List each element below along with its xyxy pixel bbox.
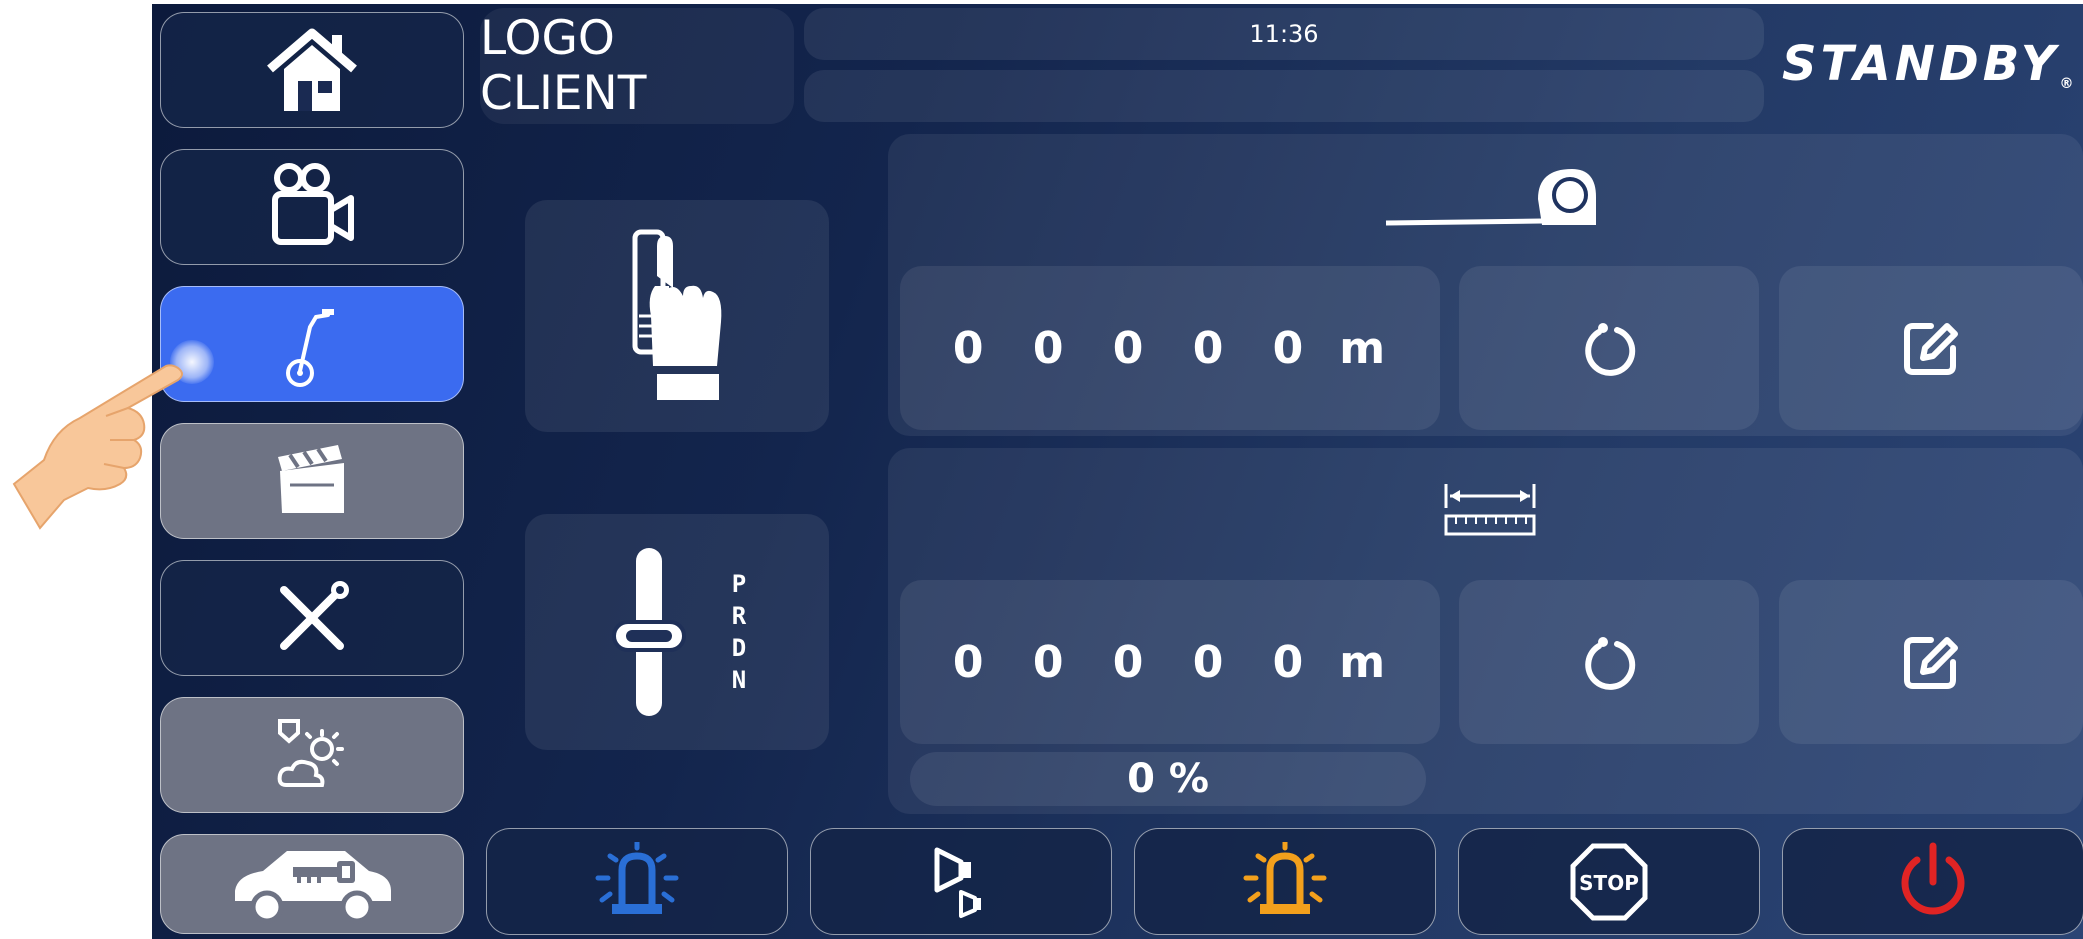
- width-value: 0 0 0 0 0: [952, 636, 1306, 688]
- measuring-wheel-icon: [286, 309, 334, 387]
- gear-labels: P R D N: [732, 568, 746, 696]
- width-percent: 0 %: [1127, 756, 1209, 802]
- distance-counter: 0 0 0 0 0 m: [900, 266, 1440, 430]
- gear-n-label: N: [731, 666, 747, 694]
- blue-beacon-button[interactable]: [486, 828, 788, 935]
- car-key-button[interactable]: [160, 834, 464, 934]
- width-unit: m: [1339, 636, 1388, 688]
- width-edit-button[interactable]: [1779, 580, 2083, 744]
- beacon-icon: [1243, 841, 1327, 914]
- dashboard-screen: LOGO CLIENT 11:36 STANDBY® P R D N 0 0 0…: [152, 4, 2083, 939]
- pointing-hand-icon: [12, 364, 183, 530]
- gear-shifter-icon: [611, 548, 686, 716]
- home-icon: [267, 28, 357, 111]
- weather-icon: [277, 719, 344, 787]
- horn-button[interactable]: [810, 828, 1112, 935]
- tools-button[interactable]: [160, 560, 464, 676]
- reset-icon: [1585, 637, 1636, 690]
- clock-time: 11:36: [1249, 20, 1319, 48]
- hand-control-tile[interactable]: [525, 200, 829, 432]
- power-button[interactable]: [1782, 828, 2083, 935]
- reset-icon: [1585, 323, 1636, 376]
- clapperboard-icon: [278, 445, 344, 513]
- beacon-icon: [595, 841, 679, 914]
- clapperboard-button[interactable]: [160, 423, 464, 539]
- edit-icon: [1904, 323, 1958, 375]
- hand-lever-icon: [632, 229, 722, 400]
- message-bar: [804, 70, 1764, 122]
- gear-shift-tile[interactable]: P R D N: [525, 514, 829, 750]
- time-bar: 11:36: [804, 8, 1764, 60]
- home-button[interactable]: [160, 12, 464, 128]
- camera-button[interactable]: [160, 149, 464, 265]
- brand-text: STANDBY: [1782, 36, 2060, 92]
- car-key-icon: [235, 851, 391, 924]
- distance-value: 0 0 0 0 0: [952, 322, 1306, 374]
- horn-icon: [934, 847, 981, 918]
- stop-button[interactable]: STOP: [1458, 828, 1760, 935]
- brand-logo: STANDBY®: [1782, 36, 2077, 92]
- orange-beacon-button[interactable]: [1134, 828, 1436, 935]
- brand-registered-mark: ®: [2059, 76, 2078, 92]
- video-camera-icon: [272, 163, 354, 245]
- stop-label: STOP: [1579, 871, 1639, 895]
- width-percent-bar: 0 %: [910, 752, 1426, 806]
- client-logo: LOGO CLIENT: [480, 8, 794, 124]
- distance-reset-button[interactable]: [1459, 266, 1759, 430]
- tape-measure-icon: [1385, 169, 1596, 226]
- gear-r-label: R: [731, 602, 747, 630]
- tools-icon: [280, 581, 349, 650]
- ruler-width-icon: [1444, 484, 1536, 536]
- gear-p-label: P: [731, 570, 747, 598]
- power-icon: [1901, 842, 1965, 914]
- stop-sign-icon: STOP: [1570, 843, 1648, 920]
- distance-unit: m: [1339, 322, 1388, 374]
- client-logo-text: LOGO CLIENT: [480, 11, 647, 121]
- width-reset-button[interactable]: [1459, 580, 1759, 744]
- distance-edit-button[interactable]: [1779, 266, 2083, 430]
- gear-d-label: D: [731, 634, 747, 662]
- width-counter: 0 0 0 0 0 m: [900, 580, 1440, 744]
- weather-button[interactable]: [160, 697, 464, 813]
- edit-icon: [1904, 637, 1958, 689]
